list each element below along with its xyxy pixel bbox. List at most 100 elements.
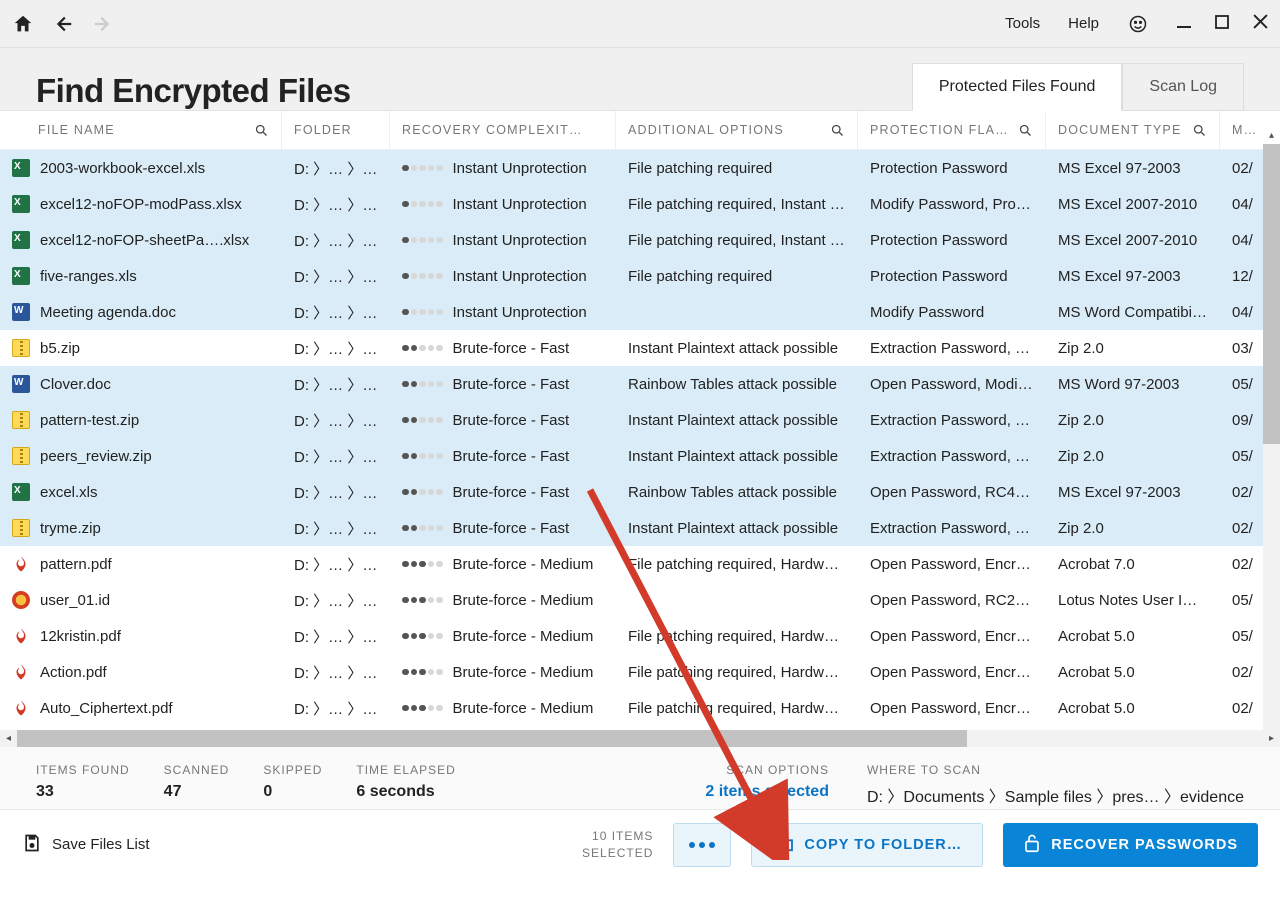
- hscrollbar-thumb[interactable]: [17, 730, 967, 747]
- folder-path: D: 〉… 〉files: [282, 230, 390, 251]
- file-name: Action.pdf: [40, 664, 107, 681]
- folder-path: D: 〉… 〉files: [282, 158, 390, 179]
- folder-path: D: 〉… 〉tmp: [282, 662, 390, 683]
- modified-text: 04/: [1220, 196, 1268, 213]
- menu-group: Tools Help: [1005, 13, 1149, 35]
- table-row[interactable]: Clover.docD: 〉… 〉filesBrute-force - Fast…: [0, 366, 1280, 402]
- back-icon[interactable]: [52, 13, 74, 35]
- table-row[interactable]: Auto_Ciphertext.pdfD: 〉… 〉tmpBrute-force…: [0, 690, 1280, 726]
- search-icon[interactable]: [1192, 123, 1207, 138]
- recover-passwords-button[interactable]: RECOVER PASSWORDS: [1003, 823, 1258, 867]
- flag-text: Open Password, Encry…: [858, 664, 1046, 681]
- complexity-text: Brute-force - Medium: [453, 700, 594, 717]
- scrollbar-thumb[interactable]: [1263, 144, 1280, 444]
- folder-path: D: 〉… 〉files: [282, 338, 390, 359]
- modified-text: 05/: [1220, 448, 1268, 465]
- modified-text: 03/: [1220, 340, 1268, 357]
- save-icon: [22, 833, 42, 857]
- folder-path: D: 〉… 〉files: [282, 194, 390, 215]
- options-text: File patching required: [616, 268, 858, 285]
- scroll-right-icon[interactable]: ▸: [1263, 730, 1280, 747]
- page-title: Find Encrypted Files: [36, 72, 351, 110]
- complexity-text: Brute-force - Fast: [453, 376, 570, 393]
- close-icon[interactable]: [1253, 14, 1268, 33]
- menu-help[interactable]: Help: [1068, 15, 1099, 32]
- table-row[interactable]: excel12-noFOP-modPass.xlsxD: 〉… 〉filesIn…: [0, 186, 1280, 222]
- flag-text: Extraction Password, …: [858, 520, 1046, 537]
- modified-text: 02/: [1220, 556, 1268, 573]
- flag-text: Open Password, RC4 …: [858, 484, 1046, 501]
- smile-icon[interactable]: [1127, 13, 1149, 35]
- table-row[interactable]: five-ranges.xlsD: 〉… 〉filesInstant Unpro…: [0, 258, 1280, 294]
- save-files-button[interactable]: Save Files List: [22, 833, 150, 857]
- flag-text: Modify Password, Prot…: [858, 196, 1046, 213]
- folder-path: D: 〉… 〉files: [282, 590, 390, 611]
- more-button[interactable]: [673, 823, 731, 867]
- menu-tools[interactable]: Tools: [1005, 15, 1040, 32]
- options-text: File patching required, Hardwa…: [616, 628, 858, 645]
- copy-to-folder-button[interactable]: COPY TO FOLDER…: [751, 823, 983, 867]
- minimize-icon[interactable]: [1177, 15, 1191, 33]
- modified-text: 12/: [1220, 268, 1268, 285]
- complexity-text: Instant Unprotection: [453, 160, 587, 177]
- col-type[interactable]: DOCUMENT TYPE: [1046, 111, 1220, 149]
- folder-icon: [772, 834, 794, 856]
- search-icon[interactable]: [830, 123, 845, 138]
- scroll-left-icon[interactable]: ◂: [0, 730, 17, 747]
- col-options[interactable]: ADDITIONAL OPTIONS: [616, 111, 858, 149]
- table-row[interactable]: excel.xlsD: 〉… 〉tmpBrute-force - FastRai…: [0, 474, 1280, 510]
- options-text: Instant Plaintext attack possible: [616, 412, 858, 429]
- tab-protected[interactable]: Protected Files Found: [912, 63, 1123, 111]
- header-row: Find Encrypted Files Protected Files Fou…: [0, 48, 1280, 110]
- xls-icon: [12, 231, 30, 249]
- scroll-up-icon[interactable]: ▴: [1263, 127, 1280, 144]
- file-name: excel.xls: [40, 484, 98, 501]
- options-text: Rainbow Tables attack possible: [616, 376, 858, 393]
- zip-icon: [12, 411, 30, 429]
- table-row[interactable]: Action.pdf D: 〉… 〉tmp Brute-force - Medium…: [0, 654, 1280, 690]
- file-name: 2003-workbook-excel.xls: [40, 160, 205, 177]
- scan-options-link[interactable]: 2 items selected: [705, 783, 829, 801]
- col-filename[interactable]: FILE NAME: [0, 111, 282, 149]
- table-row[interactable]: excel12-noFOP-sheetPa….xlsxD: 〉… 〉filesI…: [0, 222, 1280, 258]
- table-row[interactable]: pattern.pdfD: 〉… 〉filesBrute-force - Med…: [0, 546, 1280, 582]
- modified-text: 05/: [1220, 628, 1268, 645]
- type-text: MS Excel 2007-2010: [1046, 232, 1220, 249]
- type-text: MS Word Compatibili…: [1046, 304, 1220, 321]
- table-row[interactable]: pattern-test.zipD: 〉… 〉filesBrute-force …: [0, 402, 1280, 438]
- complexity-text: Brute-force - Medium: [453, 556, 594, 573]
- horizontal-scrollbar[interactable]: ◂ ▸: [0, 730, 1280, 747]
- complexity-text: Brute-force - Medium: [453, 664, 594, 681]
- vertical-scrollbar[interactable]: ▴: [1263, 144, 1280, 732]
- folder-path: D: 〉… 〉files: [282, 410, 390, 431]
- xls-icon: [12, 159, 30, 177]
- tab-scanlog[interactable]: Scan Log: [1122, 63, 1244, 111]
- table-row[interactable]: peers_review.zipD: 〉… 〉filesBrute-force …: [0, 438, 1280, 474]
- file-name: Clover.doc: [40, 376, 111, 393]
- table-row[interactable]: 2003-workbook-excel.xls D: 〉… 〉files Insta…: [0, 150, 1280, 186]
- file-name: tryme.zip: [40, 520, 101, 537]
- options-text: File patching required, Hardwa…: [616, 700, 858, 717]
- col-modified[interactable]: MODI…: [1220, 111, 1268, 149]
- folder-path: D: 〉… 〉files: [282, 446, 390, 467]
- home-icon[interactable]: [12, 13, 34, 35]
- col-flag[interactable]: PROTECTION FLA…: [858, 111, 1046, 149]
- table-row[interactable]: 12kristin.pdfD: 〉… 〉tmpBrute-force - Med…: [0, 618, 1280, 654]
- file-name: b5.zip: [40, 340, 80, 357]
- xls-icon: [12, 195, 30, 213]
- table-row[interactable]: b5.zipD: 〉… 〉filesBrute-force - FastInst…: [0, 330, 1280, 366]
- col-folder[interactable]: FOLDER: [282, 111, 390, 149]
- maximize-icon[interactable]: [1215, 15, 1229, 33]
- pdf-icon: [12, 627, 30, 645]
- type-text: MS Excel 97-2003: [1046, 268, 1220, 285]
- table-row[interactable]: Meeting agenda.docD: 〉… 〉filesInstant Un…: [0, 294, 1280, 330]
- unlock-icon: [1023, 833, 1041, 857]
- table-row[interactable]: tryme.zipD: 〉… 〉tmpBrute-force - FastIns…: [0, 510, 1280, 546]
- search-icon[interactable]: [1018, 123, 1033, 138]
- col-complexity[interactable]: RECOVERY COMPLEXIT…: [390, 111, 616, 149]
- search-icon[interactable]: [254, 123, 269, 138]
- complexity-text: Brute-force - Medium: [453, 592, 594, 609]
- table-row[interactable]: user_01.idD: 〉… 〉filesBrute-force - Medi…: [0, 582, 1280, 618]
- type-text: Zip 2.0: [1046, 412, 1220, 429]
- pdf-icon: [12, 555, 30, 573]
